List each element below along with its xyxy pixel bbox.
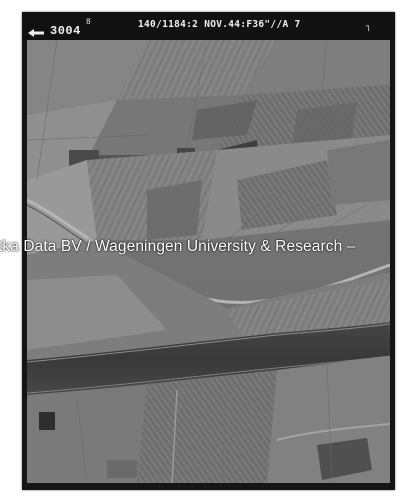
aerial-landscape-image bbox=[27, 40, 390, 483]
copyright-watermark: tka Data BV / Wageningen University & Re… bbox=[0, 238, 356, 255]
north-arrow-icon bbox=[28, 29, 44, 37]
flight-info-annotation: 140/1184:2 NOV.44:F36"//A 7 bbox=[138, 19, 301, 30]
corner-mark: ┐ bbox=[366, 22, 372, 32]
frame-number: 3004 bbox=[50, 24, 81, 38]
aerial-photograph bbox=[27, 40, 390, 483]
frame-number-suffix: 8 bbox=[86, 18, 91, 27]
